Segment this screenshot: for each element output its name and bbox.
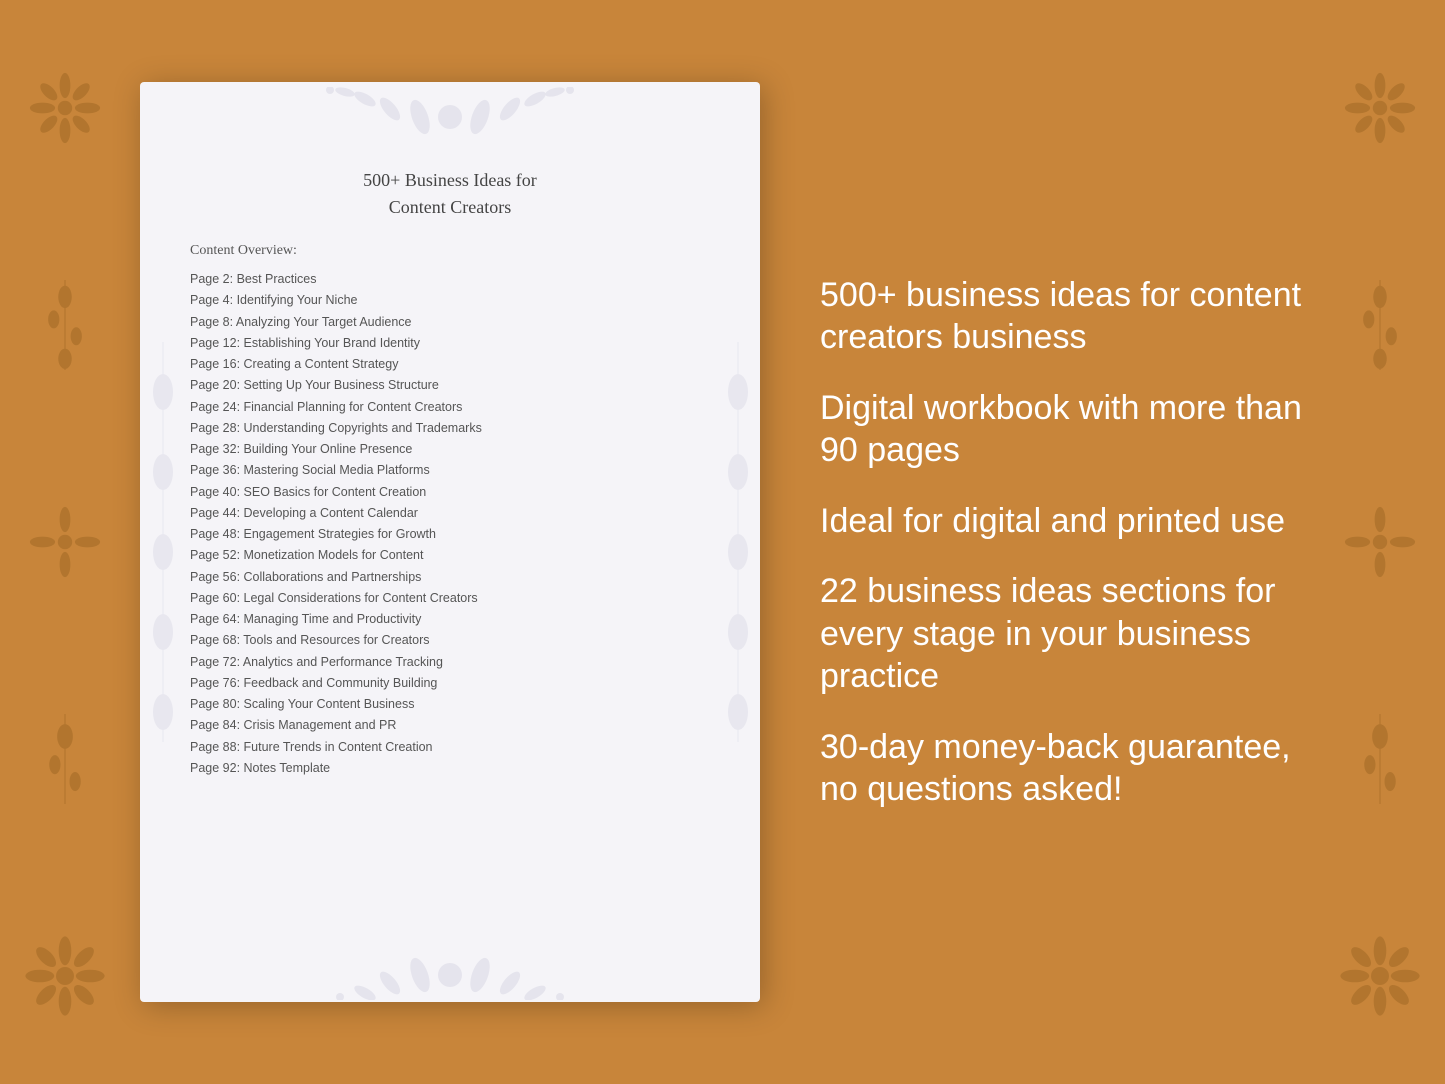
list-item: Page 92: Notes Template	[190, 758, 710, 779]
list-item: Page 52: Monetization Models for Content	[190, 545, 710, 566]
features-panel: 500+ business ideas for content creators…	[820, 254, 1305, 831]
list-item: Page 8: Analyzing Your Target Audience	[190, 312, 710, 333]
doc-bottom-ornament	[140, 942, 760, 1002]
list-item: Page 2: Best Practices	[190, 269, 710, 290]
table-of-contents: Page 2: Best Practices Page 4: Identifyi…	[190, 269, 710, 779]
list-item: Page 76: Feedback and Community Building	[190, 673, 710, 694]
list-item: Page 68: Tools and Resources for Creator…	[190, 630, 710, 651]
doc-right-ornament	[715, 82, 760, 1002]
list-item: Page 88: Future Trends in Content Creati…	[190, 737, 710, 758]
list-item: Page 12: Establishing Your Brand Identit…	[190, 333, 710, 354]
list-item: Page 56: Collaborations and Partnerships	[190, 567, 710, 588]
document-panel: 500+ Business Ideas for Content Creators…	[140, 82, 760, 1002]
list-item: Page 48: Engagement Strategies for Growt…	[190, 524, 710, 545]
document-title: 500+ Business Ideas for Content Creators	[190, 167, 710, 221]
main-layout: 500+ Business Ideas for Content Creators…	[0, 0, 1445, 1084]
list-item: Page 28: Understanding Copyrights and Tr…	[190, 418, 710, 439]
feature-text-2: Digital workbook with more than 90 pages	[820, 387, 1305, 472]
doc-left-ornament	[140, 82, 185, 1002]
section-label: Content Overview:	[190, 243, 710, 259]
doc-top-ornament	[140, 82, 760, 152]
list-item: Page 60: Legal Considerations for Conten…	[190, 588, 710, 609]
list-item: Page 16: Creating a Content Strategy	[190, 354, 710, 375]
document-content: 500+ Business Ideas for Content Creators…	[160, 167, 740, 972]
list-item: Page 84: Crisis Management and PR	[190, 715, 710, 736]
feature-text-1: 500+ business ideas for content creators…	[820, 274, 1305, 359]
list-item: Page 24: Financial Planning for Content …	[190, 397, 710, 418]
list-item: Page 40: SEO Basics for Content Creation	[190, 482, 710, 503]
list-item: Page 80: Scaling Your Content Business	[190, 694, 710, 715]
list-item: Page 36: Mastering Social Media Platform…	[190, 460, 710, 481]
list-item: Page 20: Setting Up Your Business Struct…	[190, 375, 710, 396]
list-item: Page 32: Building Your Online Presence	[190, 439, 710, 460]
feature-text-4: 22 business ideas sections for every sta…	[820, 570, 1305, 698]
list-item: Page 44: Developing a Content Calendar	[190, 503, 710, 524]
list-item: Page 64: Managing Time and Productivity	[190, 609, 710, 630]
feature-text-3: Ideal for digital and printed use	[820, 500, 1305, 543]
list-item: Page 4: Identifying Your Niche	[190, 290, 710, 311]
list-item: Page 72: Analytics and Performance Track…	[190, 652, 710, 673]
feature-text-5: 30-day money-back guarantee, no question…	[820, 726, 1305, 811]
